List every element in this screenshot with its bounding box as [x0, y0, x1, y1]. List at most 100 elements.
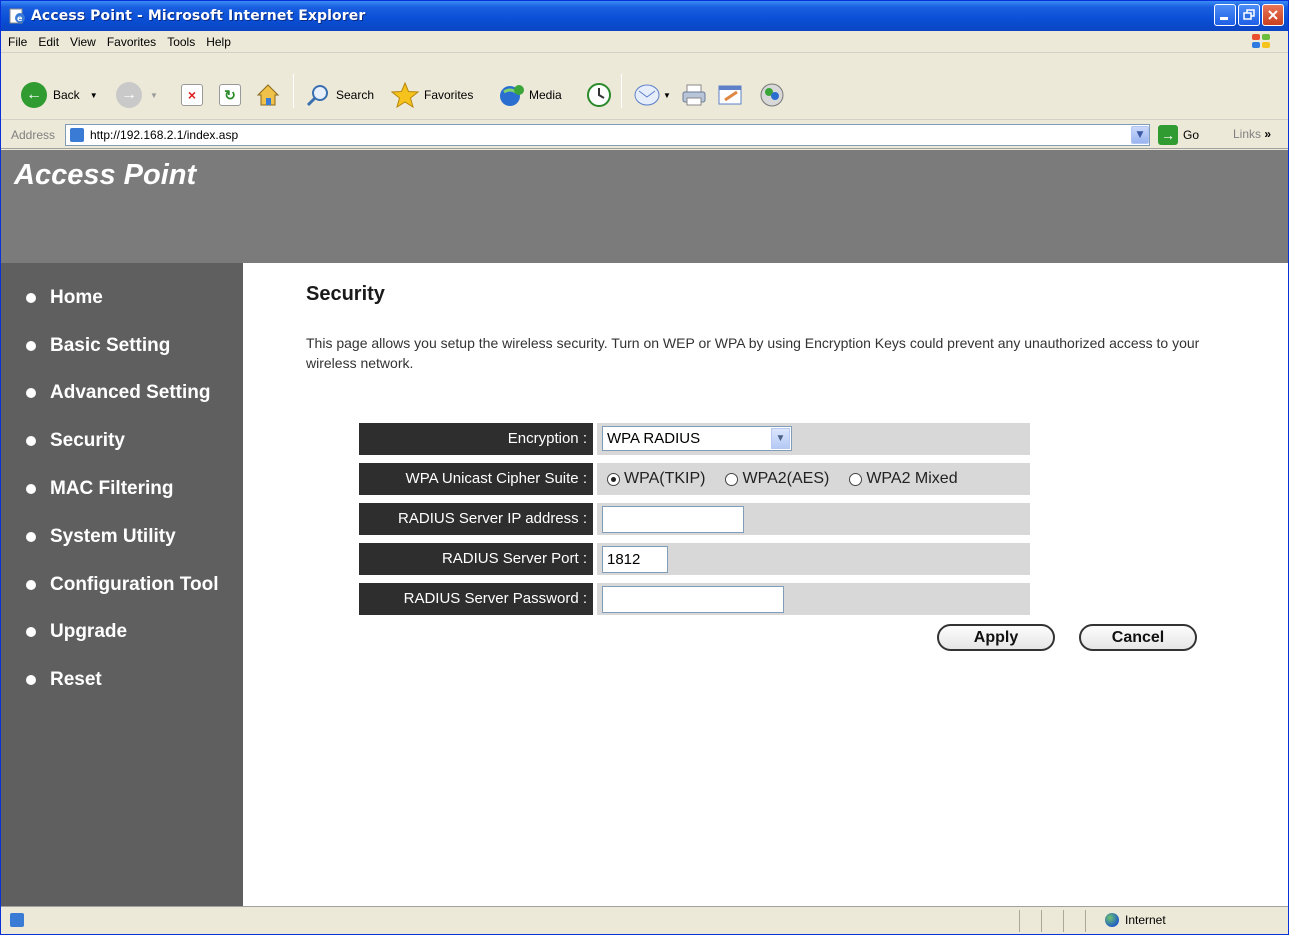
radio-label: WPA2 Mixed: [866, 470, 958, 487]
close-button[interactable]: [1262, 4, 1284, 26]
menu-file[interactable]: File: [8, 35, 27, 49]
messenger-button[interactable]: [759, 82, 785, 108]
title-bar: e Access Point - Microsoft Internet Expl…: [1, 1, 1288, 31]
sidebar-item-label: Security: [50, 430, 125, 451]
bullet-icon: [26, 341, 36, 351]
go-label: Go: [1183, 128, 1200, 142]
address-label: Address: [11, 127, 56, 142]
radio-unchecked-icon: [725, 472, 739, 486]
links-button[interactable]: Links »: [1233, 127, 1271, 141]
search-icon: [306, 85, 328, 107]
history-icon: [587, 83, 611, 107]
address-input[interactable]: http://192.168.2.1/index.asp ▼: [65, 124, 1150, 146]
go-button[interactable]: → Go: [1158, 125, 1199, 145]
radius-port-input[interactable]: 1812: [602, 546, 668, 573]
page-banner: Access Point: [1, 150, 1288, 263]
bullet-icon: [26, 293, 36, 303]
menu-help[interactable]: Help: [206, 35, 231, 49]
edit-button[interactable]: [717, 82, 743, 108]
page-viewport: Access Point Home Basic Setting Advanced…: [1, 150, 1288, 906]
menu-favorites[interactable]: Favorites: [107, 35, 156, 49]
home-button[interactable]: [255, 82, 281, 108]
menu-view[interactable]: View: [70, 35, 96, 49]
radius-ip-input[interactable]: [602, 506, 744, 533]
search-button[interactable]: Search: [305, 82, 374, 108]
sidebar-item-security[interactable]: Security: [26, 430, 125, 452]
radio-unchecked-icon: [849, 472, 863, 486]
bullet-icon: [26, 388, 36, 398]
status-panel: [1041, 910, 1061, 932]
radio-wpa2-mixed[interactable]: WPA2 Mixed: [849, 470, 958, 488]
sidebar-item-system-utility[interactable]: System Utility: [26, 526, 176, 548]
sidebar-item-upgrade[interactable]: Upgrade: [26, 621, 127, 643]
cipher-suite-label: WPA Unicast Cipher Suite :: [359, 463, 593, 495]
ie-page-icon: e: [9, 8, 25, 24]
cancel-button[interactable]: Cancel: [1079, 624, 1197, 651]
chevron-right-icon: »: [1264, 127, 1272, 141]
encryption-select[interactable]: WPA RADIUS ▼: [602, 426, 792, 451]
radius-password-input[interactable]: [602, 586, 784, 613]
sidebar-item-home[interactable]: Home: [26, 287, 103, 309]
radius-password-label: RADIUS Server Password :: [359, 583, 593, 615]
close-icon: [1268, 10, 1278, 20]
edit-page-icon: [718, 85, 742, 105]
status-panel: [1085, 910, 1105, 932]
toolbar: ← Back ▼ → ▼ × ↻ Search Favorites Media: [1, 54, 1288, 120]
restore-button[interactable]: [1238, 4, 1260, 26]
minimize-icon: [1220, 17, 1228, 20]
sidebar-item-label: Configuration Tool: [50, 574, 219, 595]
printer-icon: [682, 84, 706, 106]
chevron-down-icon[interactable]: ▼: [1131, 126, 1149, 144]
sidebar-item-configuration-tool[interactable]: Configuration Tool: [26, 574, 219, 596]
cipher-radio-group: WPA(TKIP) WPA2(AES) WPA2 Mixed: [607, 463, 978, 495]
stop-icon: ×: [181, 84, 203, 106]
mail-button[interactable]: ▼: [633, 82, 671, 108]
browser-window: e Access Point - Microsoft Internet Expl…: [0, 0, 1289, 935]
encryption-row: Encryption : WPA RADIUS ▼: [359, 423, 1030, 455]
sidebar-item-label: Home: [50, 287, 103, 308]
menu-tools[interactable]: Tools: [167, 35, 195, 49]
radio-wpa2-aes[interactable]: WPA2(AES): [725, 470, 829, 488]
search-label: Search: [336, 88, 375, 102]
page-description: This page allows you setup the wireless …: [306, 335, 1200, 371]
home-icon: [256, 84, 280, 106]
messenger-icon: [760, 83, 784, 107]
history-button[interactable]: [586, 82, 612, 108]
media-label: Media: [529, 88, 562, 102]
minimize-button[interactable]: [1214, 4, 1236, 26]
sidebar-item-advanced-setting[interactable]: Advanced Setting: [26, 382, 210, 404]
sidebar-item-mac-filtering[interactable]: MAC Filtering: [26, 478, 174, 500]
back-label: Back: [53, 88, 80, 102]
status-panel: [1063, 910, 1083, 932]
stop-button[interactable]: ×: [181, 84, 203, 106]
ie-page-icon: [10, 913, 24, 927]
radius-password-row: RADIUS Server Password :: [359, 583, 1030, 615]
sidebar-item-label: System Utility: [50, 526, 176, 547]
refresh-icon: ↻: [219, 84, 241, 106]
radio-checked-icon: [607, 472, 620, 486]
links-label: Links: [1233, 127, 1262, 141]
security-zone: Internet: [1105, 913, 1166, 927]
bullet-icon: [26, 675, 36, 685]
zone-label: Internet: [1125, 913, 1166, 927]
windows-logo-icon: [1252, 34, 1272, 50]
back-button[interactable]: ← Back ▼: [21, 82, 98, 108]
sidebar-item-basic-setting[interactable]: Basic Setting: [26, 335, 170, 357]
print-button[interactable]: [681, 82, 707, 108]
apply-button[interactable]: Apply: [937, 624, 1055, 651]
sidebar-item-label: Advanced Setting: [50, 382, 211, 403]
sidebar-item-reset[interactable]: Reset: [26, 669, 102, 691]
bullet-icon: [26, 532, 36, 542]
media-icon: [500, 85, 524, 106]
radio-wpa-tkip[interactable]: WPA(TKIP): [607, 470, 705, 488]
status-panel: [1019, 910, 1039, 932]
chevron-down-icon: ▼: [150, 90, 158, 100]
forward-button[interactable]: → ▼: [116, 82, 158, 108]
favorites-button[interactable]: Favorites: [391, 82, 473, 108]
status-bar: Internet: [1, 906, 1288, 934]
cipher-suite-value-cell: WPA(TKIP) WPA2(AES) WPA2 Mixed: [597, 463, 1030, 495]
radius-ip-row: RADIUS Server IP address :: [359, 503, 1030, 535]
menu-edit[interactable]: Edit: [38, 35, 59, 49]
media-button[interactable]: Media: [498, 82, 562, 108]
refresh-button[interactable]: ↻: [219, 84, 241, 106]
